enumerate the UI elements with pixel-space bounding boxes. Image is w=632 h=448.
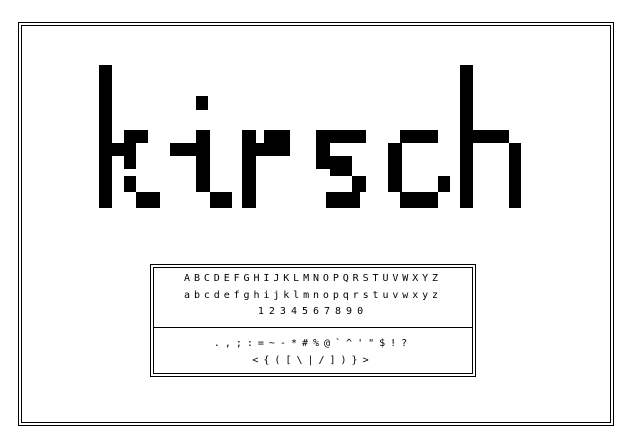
letter-r [242, 130, 290, 208]
title-wordmark [99, 65, 521, 208]
letter-c [388, 130, 450, 208]
numerals-sample: 1234567890 [257, 306, 369, 317]
brackets-sample: <{([\|/])}> [252, 355, 374, 366]
specimen-divider [153, 327, 473, 328]
uppercase-sample: ABCDEFGHIJKLMNOPQRSTUVWXYZ [184, 273, 442, 284]
letter-i [170, 96, 232, 208]
punctuation-sample: .,;:=~-*#%@`^'"$!? [213, 338, 413, 349]
letter-k [99, 65, 160, 208]
letter-s [316, 130, 366, 208]
letter-h [460, 65, 521, 208]
lowercase-sample: abcdefghijklmnopqrstuvwxyz [184, 290, 442, 301]
